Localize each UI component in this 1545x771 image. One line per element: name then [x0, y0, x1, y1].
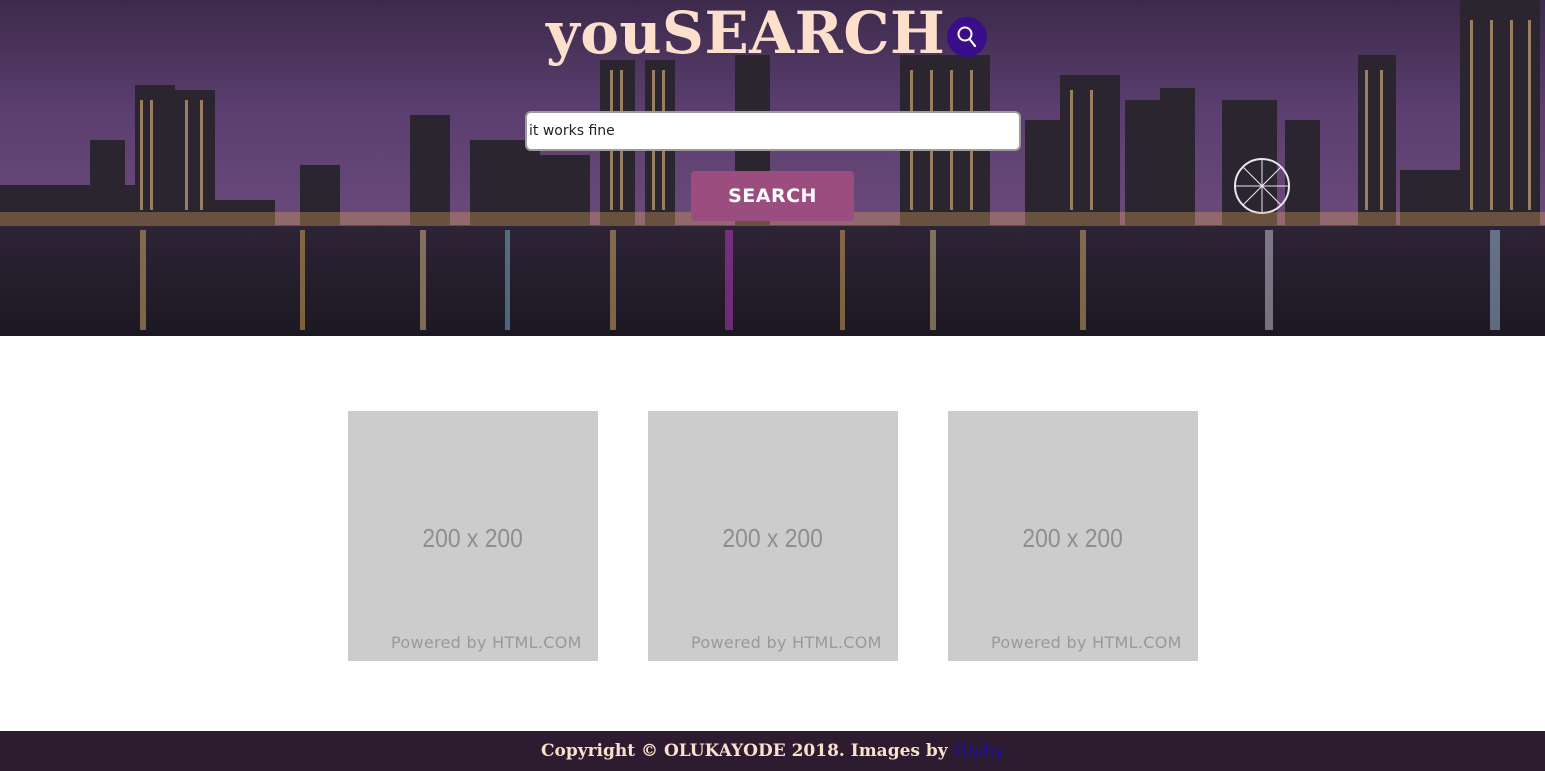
search-button[interactable]: SEARCH: [691, 171, 854, 221]
gallery-image-placeholder[interactable]: 200 x 200 Powered by HTML.COM: [648, 411, 898, 661]
search-input[interactable]: [525, 111, 1021, 151]
image-size-label: 200 x 200: [422, 523, 523, 553]
image-size-label: 200 x 200: [1022, 523, 1123, 553]
image-credit: Powered by HTML.COM: [391, 633, 582, 652]
page-footer: Copyright © OLUKAYODE 2018. Images by Gi…: [0, 731, 1545, 771]
gallery-image-placeholder[interactable]: 200 x 200 Powered by HTML.COM: [348, 411, 598, 661]
gallery-image-placeholder[interactable]: 200 x 200 Powered by HTML.COM: [948, 411, 1198, 661]
image-gallery: 200 x 200 Powered by HTML.COM 200 x 200 …: [348, 411, 1198, 661]
giphy-link[interactable]: Giphy: [954, 741, 1004, 761]
hero-banner: youSEARCH SEARCH: [0, 0, 1545, 336]
magnifier-icon: [947, 17, 988, 57]
image-credit: Powered by HTML.COM: [991, 633, 1182, 652]
logo-text: youSEARCH: [546, 0, 946, 67]
image-size-label: 200 x 200: [722, 523, 823, 553]
copyright-text: Copyright © OLUKAYODE 2018. Images by: [540, 741, 948, 761]
image-credit: Powered by HTML.COM: [691, 633, 882, 652]
site-logo[interactable]: youSEARCH: [546, 0, 988, 68]
